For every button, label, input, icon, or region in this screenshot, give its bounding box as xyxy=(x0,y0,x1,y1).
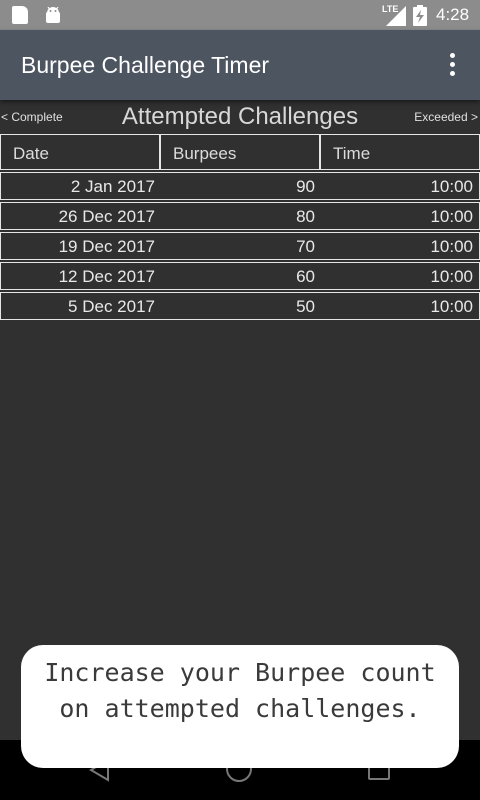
cell-burpees: 80 xyxy=(296,207,315,226)
toast-message: Increase your Burpee count on attempted … xyxy=(21,645,459,768)
cell-date: 12 Dec 2017 xyxy=(58,267,155,286)
cell-time: 10:00 xyxy=(430,207,473,226)
cell-time: 10:00 xyxy=(430,177,473,196)
cell-burpees: 90 xyxy=(296,177,315,196)
cell-burpees: 70 xyxy=(296,237,315,256)
cell-burpees: 50 xyxy=(296,297,315,316)
table-row[interactable]: 19 Dec 2017 70 10:00 xyxy=(0,232,480,260)
cell-burpees: 60 xyxy=(296,267,315,286)
battery-icon xyxy=(413,5,427,26)
signal-icon xyxy=(386,6,406,26)
cell-date: 19 Dec 2017 xyxy=(58,237,155,256)
cell-date: 5 Dec 2017 xyxy=(68,297,155,316)
cell-time: 10:00 xyxy=(430,267,473,286)
table-row[interactable]: 2 Jan 2017 90 10:00 xyxy=(0,172,480,200)
column-header-time[interactable]: Time xyxy=(320,134,480,170)
status-clock: 4:28 xyxy=(436,5,470,24)
cell-date: 26 Dec 2017 xyxy=(58,207,155,226)
more-vert-icon[interactable] xyxy=(440,50,464,80)
app-title: Burpee Challenge Timer xyxy=(21,52,270,78)
android-icon xyxy=(46,7,60,23)
table-row[interactable]: 12 Dec 2017 60 10:00 xyxy=(0,262,480,290)
sd-card-icon xyxy=(12,6,28,24)
table-row[interactable]: 5 Dec 2017 50 10:00 xyxy=(0,292,480,320)
cell-time: 10:00 xyxy=(430,297,473,316)
cell-date: 2 Jan 2017 xyxy=(70,177,155,196)
challenge-table: Date Burpees Time 2 Jan 2017 90 10:00 26… xyxy=(0,134,480,320)
next-page-link[interactable]: Exceeded > xyxy=(414,110,478,124)
toast-text: Increase your Burpee count on attempted … xyxy=(44,658,436,723)
table-row[interactable]: 26 Dec 2017 80 10:00 xyxy=(0,202,480,230)
column-header-date[interactable]: Date xyxy=(0,134,160,170)
page-heading: Attempted Challenges xyxy=(121,103,359,130)
cell-time: 10:00 xyxy=(430,237,473,256)
column-header-burpees[interactable]: Burpees xyxy=(160,134,320,170)
app-bar: Burpee Challenge Timer xyxy=(0,30,480,100)
table-header: Date Burpees Time xyxy=(0,134,480,170)
status-bar: LTE 4:28 xyxy=(0,0,480,30)
